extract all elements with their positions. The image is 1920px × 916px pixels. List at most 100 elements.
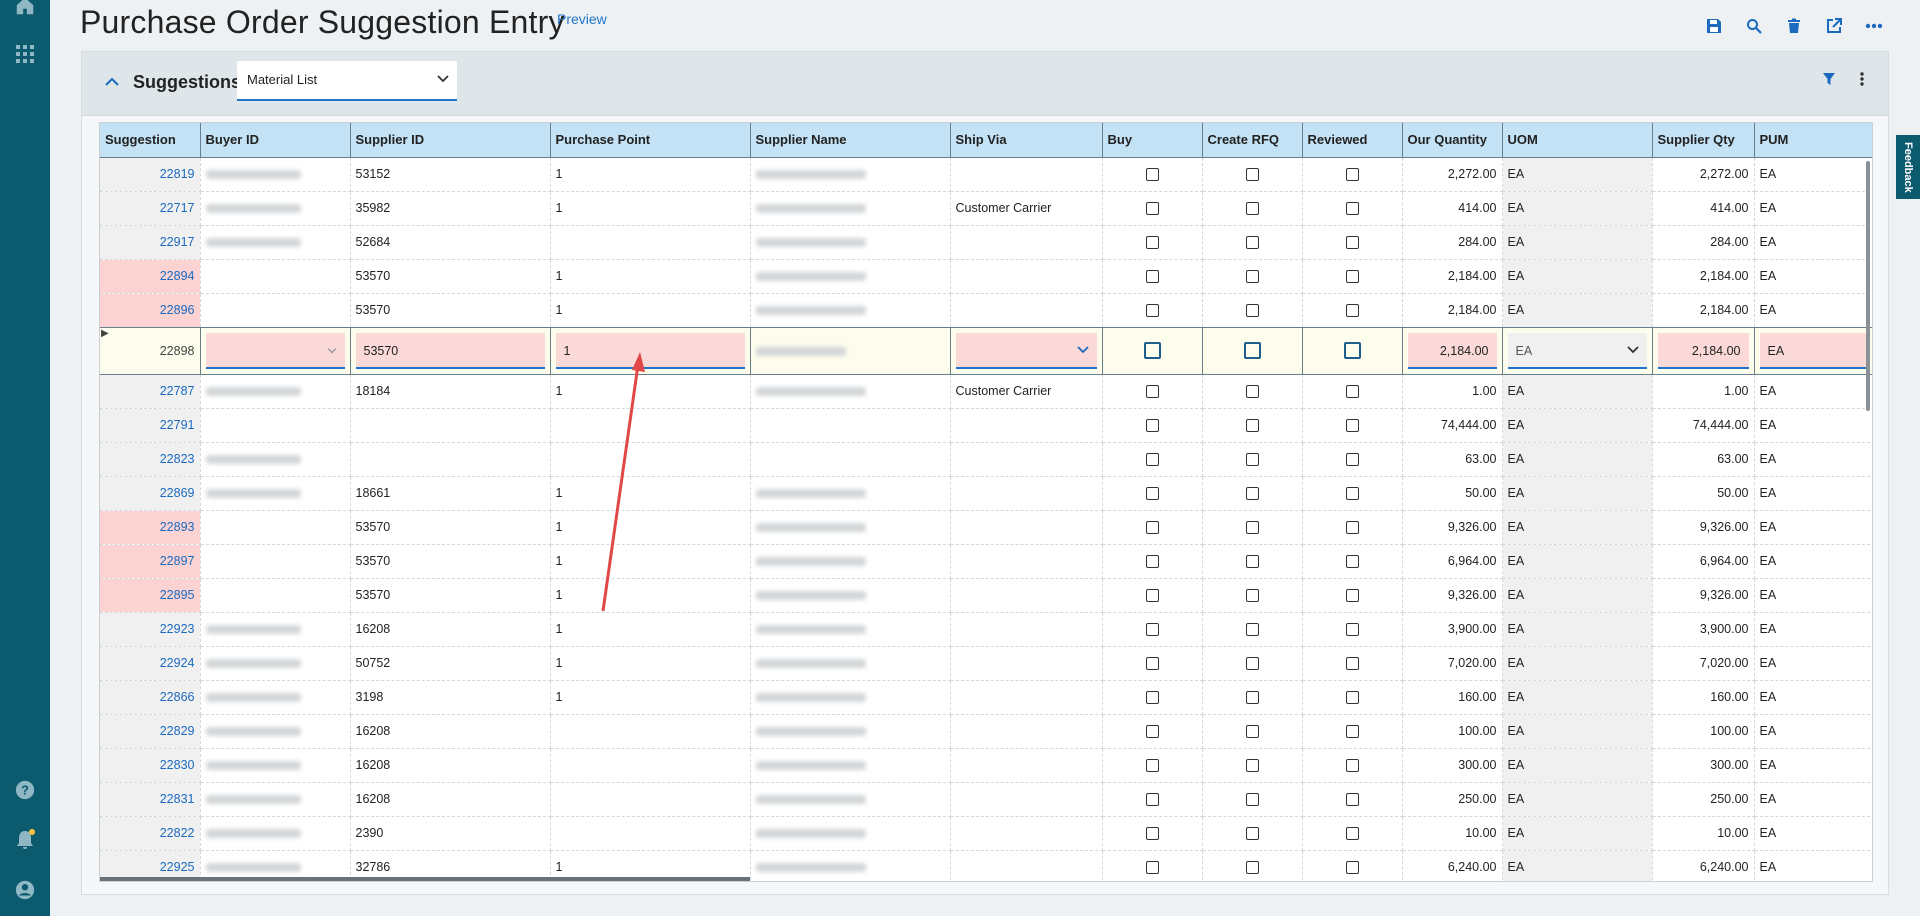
checkbox[interactable] bbox=[1245, 202, 1259, 216]
checkbox-cell[interactable] bbox=[1202, 816, 1303, 851]
checkbox-cell[interactable] bbox=[1302, 612, 1403, 647]
supplier-qty-cell[interactable]: 160.00 bbox=[1652, 680, 1755, 715]
supplier-qty-cell[interactable]: 2,272.00 bbox=[1652, 157, 1755, 192]
supplier-qty-cell[interactable]: 300.00 bbox=[1652, 748, 1755, 783]
checkbox-cell[interactable] bbox=[1102, 293, 1203, 328]
checkbox-cell[interactable] bbox=[1102, 782, 1203, 817]
pum-cell[interactable]: EA bbox=[1754, 510, 1872, 545]
uom-cell[interactable]: EA bbox=[1502, 293, 1653, 328]
checkbox-cell[interactable] bbox=[1102, 748, 1203, 783]
checkbox[interactable] bbox=[1145, 691, 1159, 705]
redacted-cell[interactable] bbox=[750, 816, 951, 851]
supplier-id-cell[interactable]: 53570 bbox=[350, 578, 551, 613]
checkbox-cell[interactable] bbox=[1202, 374, 1303, 409]
checkbox[interactable] bbox=[1145, 827, 1159, 841]
supplier-id-cell[interactable]: 52684 bbox=[350, 225, 551, 260]
pum-cell[interactable]: EA bbox=[1754, 157, 1872, 192]
ship-via-cell[interactable] bbox=[950, 646, 1103, 681]
save-icon[interactable] bbox=[1702, 14, 1726, 38]
our-quantity-cell[interactable]: 2,184.00 bbox=[1402, 259, 1503, 294]
checkbox[interactable] bbox=[1345, 304, 1359, 318]
redacted-cell[interactable] bbox=[200, 612, 351, 647]
account-icon[interactable] bbox=[11, 876, 39, 904]
checkbox-cell[interactable] bbox=[1202, 748, 1303, 783]
purchase-point-cell[interactable]: 1 bbox=[550, 510, 751, 545]
table-row[interactable]: 22791 74,444.00 EA 74,444.00 EA bbox=[100, 408, 1872, 443]
checkbox[interactable] bbox=[1245, 793, 1259, 807]
checkbox-cell[interactable] bbox=[1202, 157, 1303, 192]
checkbox[interactable] bbox=[1345, 793, 1359, 807]
redacted-cell[interactable] bbox=[200, 259, 351, 294]
uom-cell[interactable]: EA bbox=[1502, 442, 1653, 477]
our-quantity-cell[interactable]: 100.00 bbox=[1402, 714, 1503, 749]
redacted-cell[interactable] bbox=[750, 748, 951, 783]
suggestions-grid[interactable]: Suggestion Buyer ID Supplier ID Purchase Po… bbox=[99, 122, 1873, 882]
table-row[interactable]: 22923 16208 1 3,900.00 EA 3,900.00 EA bbox=[100, 612, 1872, 647]
our-quantity-cell[interactable]: 250.00 bbox=[1402, 782, 1503, 817]
checkbox-cell[interactable] bbox=[1102, 646, 1203, 681]
supplier-id-cell[interactable]: 50752 bbox=[350, 646, 551, 681]
checkbox[interactable] bbox=[1345, 385, 1359, 399]
checkbox-cell[interactable] bbox=[1202, 510, 1303, 545]
suggestion-link[interactable]: 22831 bbox=[100, 782, 201, 817]
checkbox-cell[interactable] bbox=[1302, 259, 1403, 294]
more-icon[interactable] bbox=[1862, 14, 1886, 38]
our-quantity-cell[interactable]: 2,184.00 bbox=[1402, 293, 1503, 328]
checkbox-cell[interactable] bbox=[1302, 850, 1403, 881]
checkbox[interactable] bbox=[1145, 725, 1159, 739]
checkbox-cell[interactable] bbox=[1102, 191, 1203, 226]
pum-cell[interactable]: EA bbox=[1754, 544, 1872, 579]
checkbox[interactable] bbox=[1345, 270, 1359, 284]
checkbox-cell[interactable] bbox=[1302, 476, 1403, 511]
checkbox-cell[interactable] bbox=[1102, 816, 1203, 851]
checkbox[interactable] bbox=[1145, 419, 1159, 433]
redacted-cell[interactable] bbox=[200, 748, 351, 783]
uom-cell[interactable]: EA bbox=[1502, 714, 1653, 749]
checkbox[interactable] bbox=[1145, 589, 1159, 603]
our-quantity-cell[interactable]: 300.00 bbox=[1402, 748, 1503, 783]
ship-via-cell[interactable]: Customer Carrier bbox=[950, 374, 1103, 409]
supplier-id-cell[interactable]: 16208 bbox=[350, 714, 551, 749]
purchase-point-cell[interactable] bbox=[550, 714, 751, 749]
redacted-cell[interactable] bbox=[200, 680, 351, 715]
checkbox[interactable] bbox=[1145, 385, 1159, 399]
pum-cell[interactable]: EA bbox=[1754, 816, 1872, 851]
checkbox[interactable] bbox=[1145, 487, 1159, 501]
pum-cell[interactable]: EA bbox=[1754, 680, 1872, 715]
checkbox[interactable] bbox=[1245, 861, 1259, 875]
checkbox[interactable] bbox=[1345, 487, 1359, 501]
checkbox-cell[interactable] bbox=[1302, 157, 1403, 192]
column-header[interactable]: Buy bbox=[1102, 123, 1203, 158]
purchase-point-cell[interactable]: 1 bbox=[550, 612, 751, 647]
checkbox-cell[interactable] bbox=[1302, 191, 1403, 226]
uom-cell[interactable]: EA bbox=[1502, 259, 1653, 294]
table-row[interactable]: 22917 52684 284.00 EA 284.00 EA bbox=[100, 225, 1872, 260]
supplier-id-cell[interactable]: 16208 bbox=[350, 748, 551, 783]
table-row[interactable]: 22896 53570 1 2,184.00 EA 2,184.00 EA bbox=[100, 293, 1872, 328]
uom-cell[interactable]: EA bbox=[1502, 816, 1653, 851]
purchase-point-cell[interactable]: 1 bbox=[550, 374, 751, 409]
supplier-qty-cell[interactable]: 6,240.00 bbox=[1652, 850, 1755, 881]
checkbox-cell[interactable] bbox=[1102, 510, 1203, 545]
checkbox-cell[interactable] bbox=[1102, 714, 1203, 749]
checkbox[interactable] bbox=[1245, 168, 1259, 182]
suggestion-cell[interactable]: ▶ 22898 bbox=[100, 326, 201, 375]
redacted-cell[interactable] bbox=[750, 850, 951, 881]
supplier-qty-cell[interactable]: 9,326.00 bbox=[1652, 578, 1755, 613]
pum-cell[interactable]: EA bbox=[1754, 259, 1872, 294]
redacted-cell[interactable] bbox=[200, 782, 351, 817]
vertical-scrollbar[interactable] bbox=[1866, 161, 1870, 411]
checkbox-cell[interactable] bbox=[1202, 326, 1303, 375]
checkbox-cell[interactable] bbox=[1202, 646, 1303, 681]
ship-via-cell[interactable] bbox=[950, 544, 1103, 579]
redacted-cell[interactable] bbox=[200, 374, 351, 409]
suggestion-link[interactable]: 22866 bbox=[100, 680, 201, 715]
checkbox-cell[interactable] bbox=[1102, 157, 1203, 192]
redacted-cell[interactable] bbox=[200, 544, 351, 579]
supplier-id-cell[interactable]: 35982 bbox=[350, 191, 551, 226]
column-header[interactable]: PUM bbox=[1754, 123, 1872, 158]
redacted-cell[interactable] bbox=[750, 612, 951, 647]
redacted-cell[interactable] bbox=[750, 476, 951, 511]
supplier-qty-cell[interactable]: 9,326.00 bbox=[1652, 510, 1755, 545]
supplier-qty-cell[interactable]: 10.00 bbox=[1652, 816, 1755, 851]
